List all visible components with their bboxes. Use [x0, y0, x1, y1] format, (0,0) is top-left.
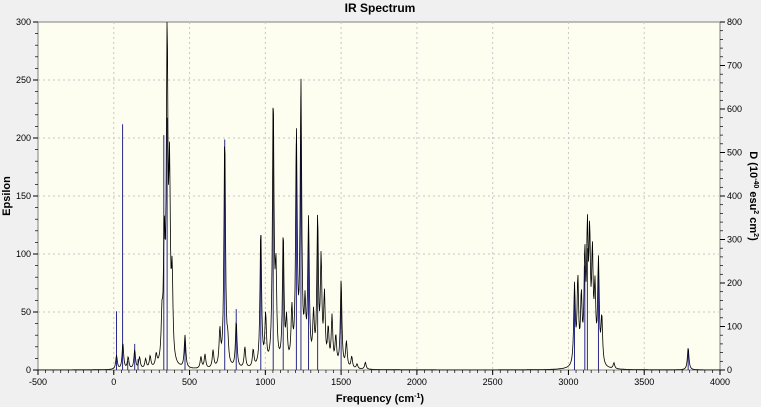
y-axis-right-label: D (10-40 esu2 cm2)	[747, 151, 759, 241]
y-right-tick-label: 100	[727, 322, 742, 332]
x-axis-label-close: )	[420, 393, 424, 405]
y-axis-left-label: Epsilon	[1, 176, 13, 216]
y-right-tick-label: 400	[727, 191, 742, 201]
y-right-tick-label: 600	[727, 104, 742, 114]
x-tick-label: 4000	[710, 377, 730, 387]
y-right-tick-label: 500	[727, 148, 742, 158]
y-left-tick-label: 100	[16, 249, 31, 259]
right-label-part-g: )	[747, 237, 759, 241]
y-left-tick-label: 250	[16, 75, 31, 85]
x-tick-label: 0	[111, 377, 116, 387]
x-tick-label: 1000	[255, 377, 275, 387]
x-tick-label: 2500	[483, 377, 503, 387]
y-left-tick-label: 200	[16, 133, 31, 143]
y-right-tick-label: 0	[727, 365, 732, 375]
y-left-tick-label: 300	[16, 17, 31, 27]
y-right-tick-label: 200	[727, 278, 742, 288]
chart-canvas: -500 0 500 1000 1500 2000 2500 3000 3500 40000501…	[0, 0, 761, 407]
x-tick-label: 1500	[331, 377, 351, 387]
x-tick-label: 2000	[407, 377, 427, 387]
ir-spectrum-chart: -500 0 500 1000 1500 2000 2500 3000 3500 4000 0 50 1…	[0, 0, 761, 407]
right-label-part-e: cm	[747, 214, 759, 233]
x-tick-label: -500	[29, 377, 47, 387]
right-label-part-c: esu	[747, 188, 759, 210]
x-tick-label: 500	[182, 377, 197, 387]
x-axis-label: Frequency (cm-1)	[336, 393, 424, 405]
y-right-tick-label: 700	[727, 61, 742, 71]
y-left-tick-label: 0	[26, 365, 31, 375]
y-left-tick-label: 150	[16, 191, 31, 201]
x-tick-label: 3500	[634, 377, 654, 387]
y-right-tick-label: 800	[727, 17, 742, 27]
x-tick-label: 3000	[558, 377, 578, 387]
chart-title: IR Spectrum	[345, 1, 416, 15]
right-label-part-a: D (10	[747, 151, 759, 178]
y-right-tick-label: 300	[727, 235, 742, 245]
x-axis-label-main: Frequency (cm	[336, 393, 414, 405]
y-left-tick-label: 50	[21, 307, 31, 317]
right-label-part-b: -40	[752, 178, 759, 188]
